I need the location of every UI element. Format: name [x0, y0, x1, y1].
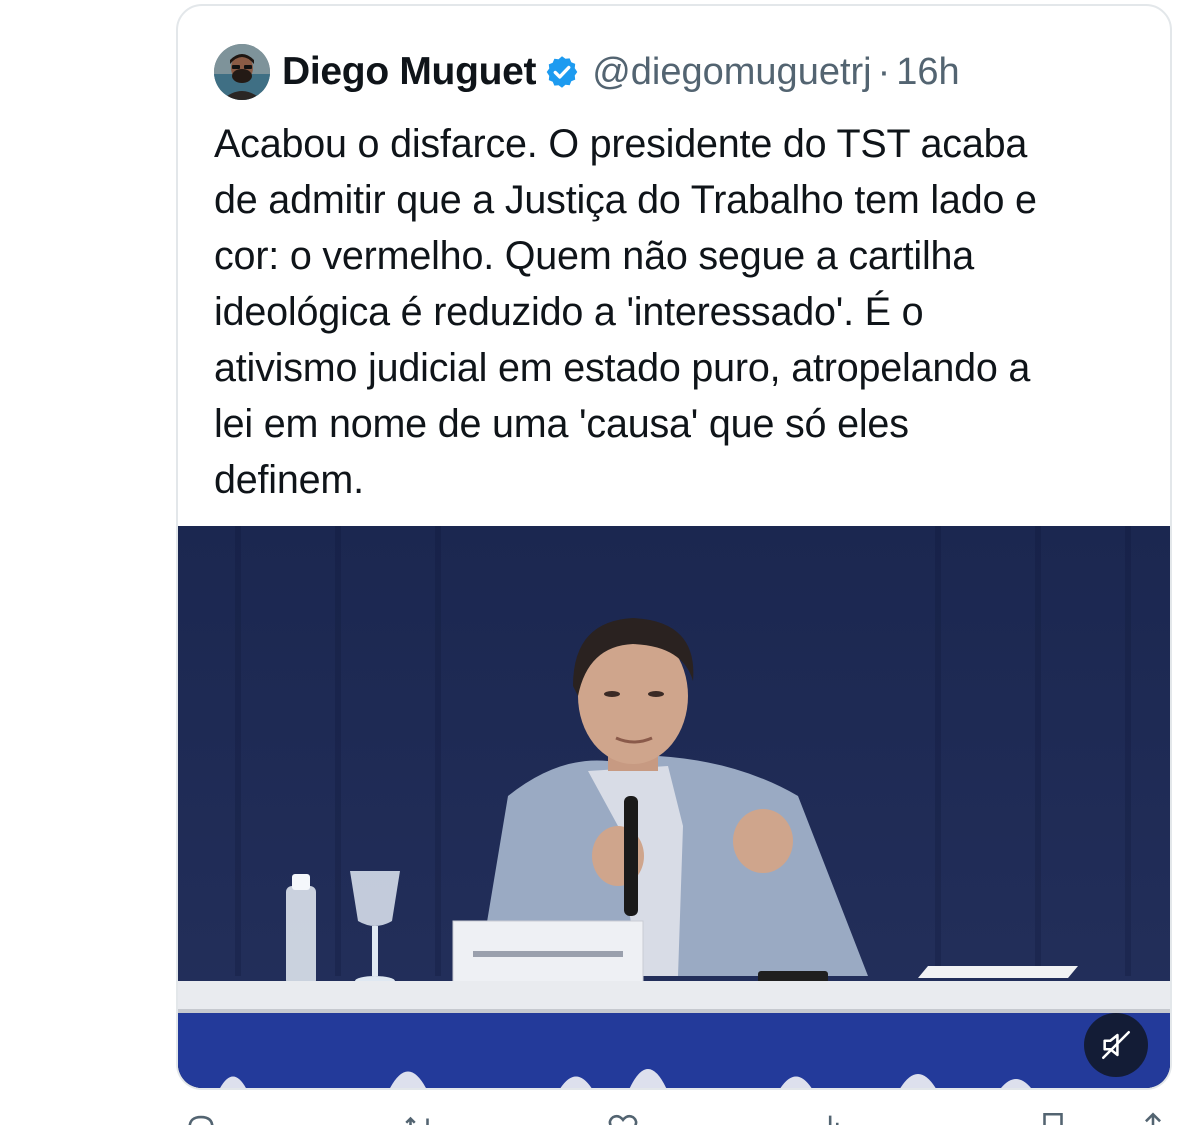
speaker-muted-icon: [1099, 1028, 1133, 1062]
share-icon[interactable]: [1136, 1110, 1170, 1125]
like-icon[interactable]: [606, 1110, 640, 1125]
tweet-header: Diego Muguet @diegomuguetrj · 16h: [214, 44, 960, 100]
reply-icon[interactable]: [184, 1110, 218, 1125]
verified-badge-icon: [544, 54, 580, 90]
author-handle[interactable]: @diegomuguetrj: [592, 51, 871, 94]
author-avatar[interactable]: [214, 44, 270, 100]
author-name[interactable]: Diego Muguet: [282, 50, 537, 94]
page: Diego Muguet @diegomuguetrj · 16h Acabou…: [0, 0, 1200, 1125]
retweet-icon[interactable]: [402, 1110, 436, 1125]
mute-button[interactable]: [1084, 1013, 1148, 1077]
quoted-tweet-card[interactable]: Diego Muguet @diegomuguetrj · 16h Acabou…: [176, 4, 1172, 1090]
tweet-text: Acabou o disfarce. O presidente do TST a…: [214, 122, 1037, 502]
tweet-actions-bar: [176, 1110, 1172, 1125]
video-frame: [178, 526, 1170, 1088]
views-icon[interactable]: [816, 1110, 850, 1125]
header-separator: ·: [877, 50, 891, 93]
tweet-timestamp[interactable]: 16h: [896, 51, 959, 94]
video-player[interactable]: [178, 526, 1170, 1088]
bookmark-icon[interactable]: [1036, 1110, 1070, 1125]
